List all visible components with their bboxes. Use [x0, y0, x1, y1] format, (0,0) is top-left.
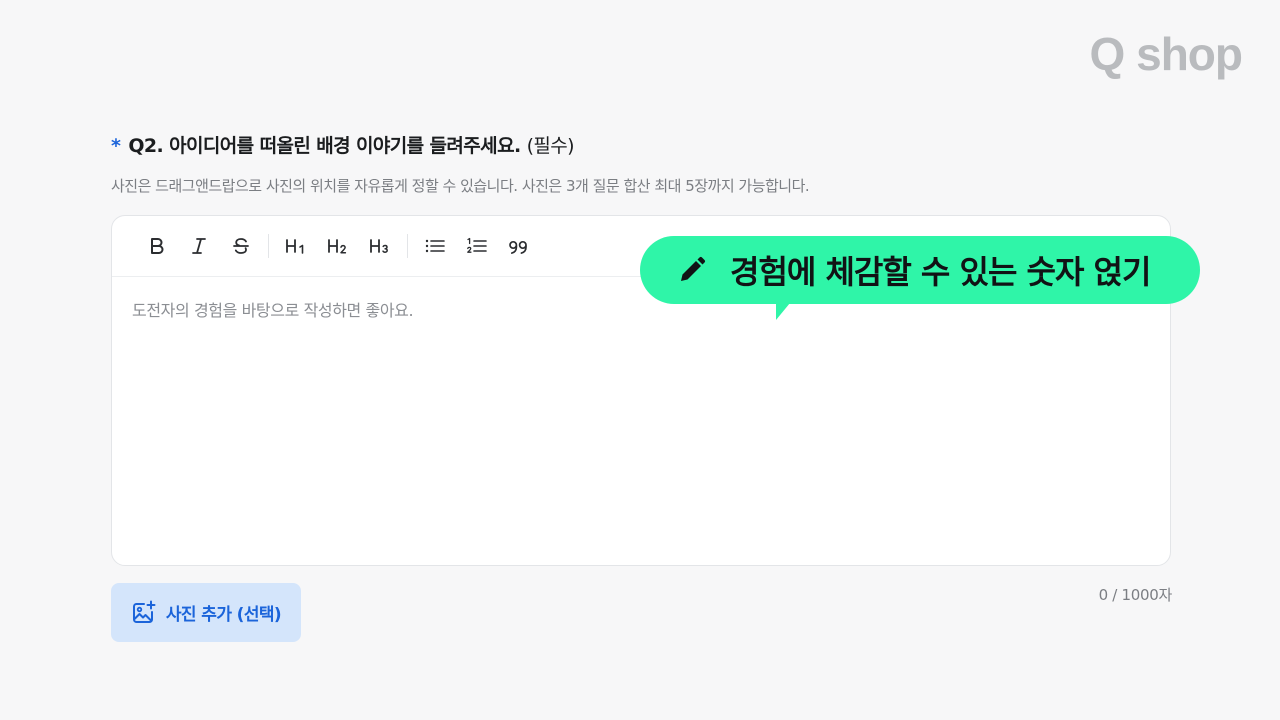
- required-label: (필수): [526, 135, 575, 157]
- toolbar-divider: [407, 234, 408, 258]
- editor-placeholder: 도전자의 경험을 바탕으로 작성하면 좋아요.: [132, 301, 414, 320]
- brand-logo: Q shop: [1089, 28, 1243, 80]
- bullet-list-icon: [425, 239, 445, 253]
- numbered-list-icon: [467, 237, 487, 253]
- italic-button[interactable]: [178, 230, 220, 262]
- numbered-list-button[interactable]: [456, 230, 498, 262]
- quote-button[interactable]: [498, 230, 540, 262]
- strikethrough-icon: [233, 238, 249, 254]
- strikethrough-button[interactable]: [220, 230, 262, 262]
- tip-tooltip: 경험에 체감할 수 있는 숫자 얹기: [640, 236, 1200, 320]
- add-photo-button[interactable]: 사진 추가 (선택): [111, 583, 301, 642]
- bold-icon: [151, 238, 164, 254]
- heading2-button[interactable]: [317, 230, 359, 262]
- tooltip-text: 경험에 체감할 수 있는 숫자 얹기: [730, 253, 1151, 291]
- required-mark: *: [111, 135, 121, 157]
- add-photo-label: 사진 추가 (선택): [165, 605, 282, 625]
- quote-icon: [509, 241, 527, 254]
- character-counter: 0 / 1000자: [1098, 586, 1173, 604]
- question-text: Q2. 아이디어를 떠올린 배경 이야기를 들려주세요.: [128, 135, 521, 157]
- italic-icon: [192, 238, 206, 254]
- heading2-icon: [328, 239, 347, 254]
- question-title: * Q2. 아이디어를 떠올린 배경 이야기를 들려주세요. (필수): [111, 133, 575, 159]
- pencil-icon: [676, 254, 708, 286]
- question-helper-text: 사진은 드래그앤드랍으로 사진의 위치를 자유롭게 정할 수 있습니다. 사진은…: [111, 177, 810, 195]
- bullet-list-button[interactable]: [414, 230, 456, 262]
- heading1-icon: [286, 239, 304, 254]
- heading1-button[interactable]: [275, 230, 317, 262]
- add-image-icon: [131, 600, 157, 626]
- heading3-button[interactable]: [359, 230, 401, 262]
- bold-button[interactable]: [136, 230, 178, 262]
- toolbar-divider: [268, 234, 269, 258]
- heading3-icon: [370, 239, 388, 253]
